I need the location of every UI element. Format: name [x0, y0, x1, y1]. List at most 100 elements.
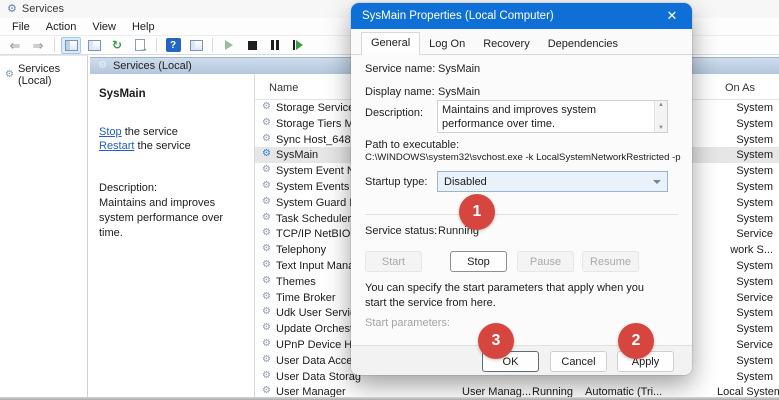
annotation-step-3: 3: [478, 323, 514, 359]
service-logon-cell: System: [693, 149, 773, 161]
restart-service-line: Restart the service: [99, 140, 246, 152]
close-icon[interactable]: ✕: [652, 3, 692, 29]
start-service-button[interactable]: [219, 37, 239, 54]
service-name-cell: Text Input Manag: [276, 260, 360, 272]
back-arrow-icon: ⇐: [10, 39, 21, 52]
extended-view-icon: [190, 40, 203, 51]
display-name-label: Display name:: [365, 86, 435, 98]
stop-icon: [248, 41, 257, 50]
start-button[interactable]: Start: [365, 251, 422, 272]
description-scrollbar[interactable]: ▲ ▼: [654, 101, 667, 132]
display-name-value: SysMain: [438, 86, 480, 98]
menu-action[interactable]: Action: [38, 19, 85, 35]
scroll-up-icon[interactable]: ▲: [658, 102, 664, 108]
help-button[interactable]: ?: [163, 37, 183, 54]
service-logon-cell: System: [693, 197, 773, 209]
service-status-label: Service status:: [365, 225, 437, 237]
stop-service-link[interactable]: Stop: [99, 126, 122, 138]
resume-button[interactable]: Resume: [582, 251, 639, 272]
column-header-log-on-as[interactable]: On As: [725, 82, 755, 94]
service-logon-cell: System: [693, 102, 773, 114]
service-gear-icon: ⚙: [262, 197, 271, 207]
toolbar-separator: [156, 38, 157, 52]
section-divider: [365, 214, 678, 215]
tree-item-services-local[interactable]: ⚙ Services (Local): [0, 56, 87, 89]
restart-icon: [293, 40, 303, 50]
service-name-value: SysMain: [438, 63, 480, 75]
service-logon-cell: System: [693, 260, 773, 272]
stop-service-line: Stop the service: [99, 126, 246, 138]
menu-help[interactable]: Help: [124, 19, 163, 35]
start-params-label: Start parameters:: [365, 317, 450, 329]
service-gear-icon: ⚙: [262, 149, 271, 159]
service-name-cell: Themes: [276, 276, 316, 288]
forward-button[interactable]: ⇒: [28, 37, 48, 54]
path-label: Path to executable:: [365, 139, 459, 151]
service-logon-cell: System: [693, 371, 773, 383]
service-gear-icon: ⚙: [262, 165, 271, 175]
properties-button[interactable]: [84, 37, 104, 54]
content-header-title: Services (Local): [113, 60, 192, 72]
service-gear-icon: ⚙: [262, 339, 271, 349]
menu-file[interactable]: File: [4, 19, 38, 35]
cancel-button[interactable]: Cancel: [550, 351, 607, 372]
extended-view-button[interactable]: [186, 37, 206, 54]
startup-type-value: Disabled: [444, 176, 487, 188]
service-name-cell: User Data Storag: [276, 371, 361, 383]
menu-view[interactable]: View: [84, 19, 124, 35]
scroll-down-icon[interactable]: ▼: [658, 125, 664, 131]
tab-log-on[interactable]: Log On: [420, 34, 474, 55]
export-list-button[interactable]: [130, 37, 150, 54]
service-logon-cell: Service: [693, 228, 773, 240]
restart-service-link[interactable]: Restart: [99, 140, 134, 152]
service-gear-icon: ⚙: [262, 181, 271, 191]
description-textbox[interactable]: Maintains and improves system performanc…: [437, 100, 668, 133]
pause-service-button[interactable]: [265, 37, 285, 54]
play-icon: [225, 40, 233, 50]
service-gear-icon: ⚙: [262, 244, 271, 254]
restart-service-button[interactable]: [288, 37, 308, 54]
window-title: Services: [22, 3, 64, 15]
path-value: C:\WINDOWS\system32\svchost.exe -k Local…: [365, 152, 683, 163]
service-logon-cell: System: [693, 118, 773, 130]
show-console-tree-button[interactable]: [61, 37, 81, 54]
help-icon: ?: [166, 38, 181, 52]
stop-service-button[interactable]: [242, 37, 262, 54]
description-textbox-value: Maintains and improves system performanc…: [442, 103, 651, 132]
service-name-cell: System Event No: [276, 165, 361, 177]
stop-button[interactable]: Stop: [450, 251, 507, 272]
properties-icon: [88, 40, 101, 51]
dialog-tabs: General Log On Recovery Dependencies: [351, 30, 692, 55]
service-logon-cell: System: [693, 355, 773, 367]
back-button[interactable]: ⇐: [5, 37, 25, 54]
service-gear-icon: ⚙: [262, 134, 271, 144]
service-logon-cell: Service: [693, 292, 773, 304]
service-name-cell: Update Orchestr: [276, 323, 357, 335]
service-logon-cell: System: [693, 307, 773, 319]
service-name-cell: SysMain: [276, 149, 318, 161]
service-logon-cell: System: [693, 213, 773, 225]
tab-dependencies[interactable]: Dependencies: [539, 34, 627, 55]
service-name-cell: Storage Service: [276, 102, 354, 114]
annotation-step-1: 1: [459, 194, 495, 230]
service-name-cell: Udk User Service: [276, 307, 362, 319]
service-logon-cell: System: [693, 134, 773, 146]
column-header-name[interactable]: Name: [269, 82, 298, 94]
service-gear-icon: ⚙: [262, 371, 271, 381]
service-logon-cell: work S...: [693, 244, 773, 256]
service-gear-icon: ⚙: [262, 323, 271, 333]
toolbar-separator: [212, 38, 213, 52]
startup-type-dropdown[interactable]: Disabled: [437, 171, 668, 192]
service-logon-cell: System: [693, 165, 773, 177]
tab-general[interactable]: General: [361, 32, 420, 55]
service-name-label: Service name:: [365, 63, 435, 75]
tab-recovery[interactable]: Recovery: [474, 34, 538, 55]
service-logon-cell: System: [693, 323, 773, 335]
pause-button[interactable]: Pause: [517, 251, 574, 272]
services-node-icon: ⚙: [5, 70, 14, 80]
refresh-button[interactable]: ↻: [107, 37, 127, 54]
tree-item-label: Services (Local): [18, 63, 85, 87]
startup-type-label: Startup type:: [365, 176, 427, 188]
dialog-titlebar[interactable]: SysMain Properties (Local Computer) ✕: [351, 3, 692, 29]
service-logon-cell: System: [693, 276, 773, 288]
